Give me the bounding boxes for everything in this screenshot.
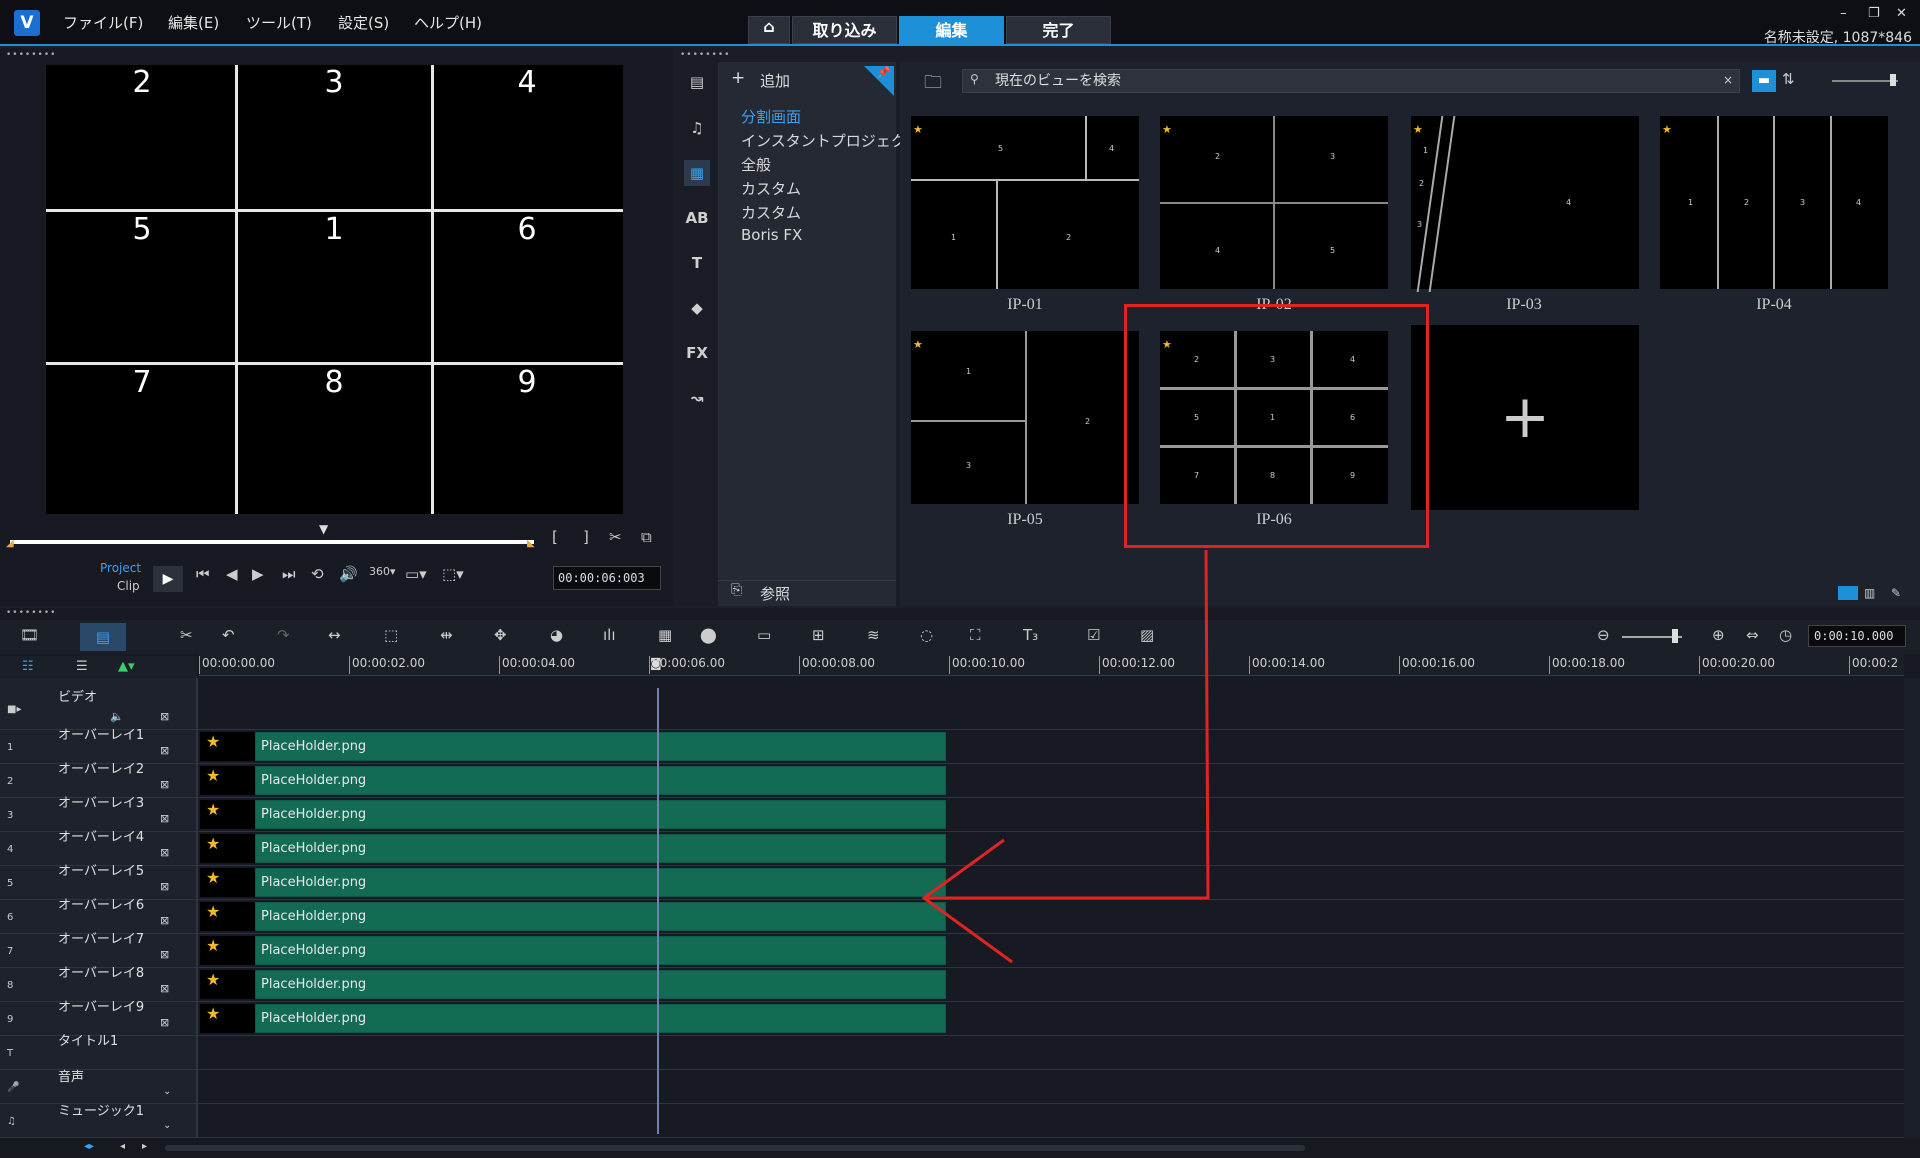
annotation-arrow bbox=[921, 549, 1210, 964]
